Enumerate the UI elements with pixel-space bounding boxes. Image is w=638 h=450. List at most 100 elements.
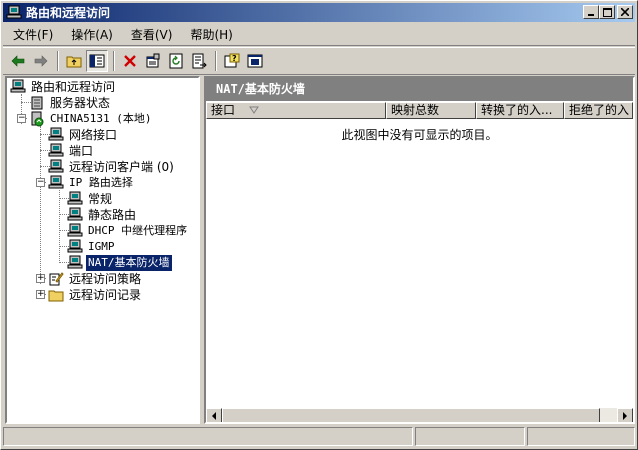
- menu-file[interactable]: 文件(F): [3, 25, 61, 45]
- status-cell-tertiary: [527, 427, 635, 446]
- minimize-icon: [588, 14, 594, 16]
- dhcp-relay-icon: [67, 223, 83, 237]
- up-one-level-button[interactable]: [63, 50, 85, 72]
- tree-item-static-routes[interactable]: 静态路由: [67, 207, 138, 223]
- tree-item-dhcp-relay[interactable]: DHCP 中继代理程序: [67, 223, 189, 239]
- tree-item-nat-firewall[interactable]: NAT/基本防火墙: [67, 254, 173, 272]
- ports-icon: [48, 143, 64, 157]
- toolbar-separator: [57, 51, 59, 71]
- tree-item-server-status[interactable]: 服务器状态: [29, 95, 112, 111]
- close-button[interactable]: [617, 5, 633, 19]
- maximize-icon: [602, 7, 612, 17]
- server-status-icon: [31, 96, 43, 110]
- export-list-button[interactable]: [188, 50, 210, 72]
- menu-action[interactable]: 操作(A): [61, 25, 121, 45]
- routing-app-icon: [6, 5, 22, 18]
- status-bar: [3, 427, 635, 447]
- tree-item-igmp[interactable]: IGMP: [67, 239, 117, 255]
- toolbar-separator: [215, 51, 217, 71]
- console-tree[interactable]: 路由和远程访问 服务器状态 − CHINA5131 (本地) 网络接口 端口 远…: [5, 76, 200, 424]
- properties-button[interactable]: [142, 50, 164, 72]
- remote-clients-icon: [48, 159, 64, 173]
- column-header-interface[interactable]: 接口: [206, 102, 386, 119]
- tree-expand-toggle[interactable]: +: [36, 274, 45, 283]
- tree-label: 端口: [69, 144, 94, 158]
- tree-item-server[interactable]: CHINA5131 (本地): [29, 111, 153, 127]
- export-list-icon: [192, 53, 207, 69]
- empty-list-message: 此视图中没有可显示的项目。: [341, 128, 498, 142]
- tree-label: IGMP: [88, 240, 115, 253]
- static-routes-icon: [67, 207, 83, 221]
- console-button[interactable]: [244, 50, 266, 72]
- tree-item-general[interactable]: 常规: [67, 191, 114, 207]
- delete-button[interactable]: [119, 50, 141, 72]
- tree-item-network-interfaces[interactable]: 网络接口: [48, 127, 119, 143]
- forward-arrow-icon: [34, 55, 48, 67]
- nat-firewall-icon: [67, 255, 83, 269]
- tree-connector: [59, 190, 60, 263]
- tree-item-ports[interactable]: 端口: [48, 143, 95, 159]
- back-arrow-icon: [11, 55, 25, 67]
- title-bar[interactable]: 路由和远程访问: [3, 3, 635, 22]
- close-icon: [621, 8, 629, 16]
- properties-icon: [146, 53, 160, 68]
- tree-label: DHCP 中继代理程序: [88, 224, 188, 237]
- scroll-track[interactable]: [600, 408, 617, 422]
- maximize-button[interactable]: [599, 5, 615, 19]
- horizontal-scrollbar[interactable]: [206, 408, 633, 422]
- refresh-button[interactable]: [165, 50, 187, 72]
- column-header-inbound-rejected[interactable]: 拒绝了的入: [564, 102, 633, 119]
- tree-label: 常规: [88, 192, 113, 206]
- scroll-thumb[interactable]: [222, 408, 600, 422]
- details-pane-title: NAT/基本防火墙: [206, 78, 633, 101]
- server-icon: [31, 111, 44, 127]
- up-folder-icon: [66, 56, 82, 68]
- minimize-button[interactable]: [583, 5, 599, 19]
- forward-button[interactable]: [30, 50, 52, 72]
- show-hide-tree-button[interactable]: [86, 50, 108, 72]
- delete-icon: [124, 55, 136, 67]
- menu-bar: 文件(F) 操作(A) 查看(V) 帮助(H): [3, 24, 635, 46]
- back-button[interactable]: [7, 50, 29, 72]
- tree-label: IP 路由选择: [69, 176, 133, 189]
- toolbar-separator: [113, 51, 115, 71]
- network-interface-icon: [48, 127, 64, 141]
- tree-expand-toggle[interactable]: +: [36, 290, 45, 299]
- menu-view[interactable]: 查看(V): [121, 25, 181, 45]
- routing-root-icon: [10, 79, 26, 93]
- toolbar: ?: [3, 47, 635, 75]
- window-title: 路由和远程访问: [26, 6, 111, 20]
- status-cell-main: [3, 427, 413, 446]
- menu-help[interactable]: 帮助(H): [180, 25, 240, 45]
- tree-item-remote-clients[interactable]: 远程访问客户端 (0): [48, 159, 176, 175]
- console-icon: [247, 54, 263, 68]
- tree-collapse-toggle[interactable]: −: [17, 114, 26, 123]
- ip-routing-icon: [48, 175, 64, 189]
- help-icon: ?: [224, 53, 240, 68]
- tree-item-remote-policies[interactable]: 远程访问策略: [48, 271, 143, 287]
- column-label: 接口: [211, 103, 236, 117]
- tree-label: 静态路由: [88, 208, 137, 222]
- policy-icon: [49, 272, 64, 286]
- general-icon: [67, 191, 83, 205]
- status-cell-secondary: [415, 427, 525, 446]
- scroll-right-button[interactable]: [617, 408, 633, 422]
- igmp-icon: [67, 239, 83, 253]
- help-button[interactable]: ?: [221, 50, 243, 72]
- scroll-left-button[interactable]: [206, 408, 222, 422]
- column-label: 转换了的入...: [481, 103, 553, 117]
- tree-item-ip-routing[interactable]: IP 路由选择: [48, 175, 135, 191]
- app-window: 路由和远程访问 文件(F) 操作(A) 查看(V) 帮助(H) ? 路由和远程访…: [0, 0, 638, 450]
- tree-label: CHINA5131 (本地): [50, 112, 152, 125]
- column-label: 拒绝了的入: [569, 103, 630, 117]
- tree-item-remote-logging[interactable]: 远程访问记录: [48, 287, 143, 303]
- details-pane: NAT/基本防火墙 接口 映射总数 转换了的入... 拒绝了的入 此视图中没有可…: [204, 76, 635, 424]
- tree-label: 远程访问客户端 (0): [69, 160, 174, 174]
- tree-collapse-toggle[interactable]: −: [36, 178, 45, 187]
- tree-label: 路由和远程访问: [31, 80, 116, 94]
- tree-item-routing-root[interactable]: 路由和远程访问: [10, 79, 117, 95]
- column-header-inbound-translated[interactable]: 转换了的入...: [476, 102, 564, 119]
- tree-label: 远程访问策略: [69, 272, 142, 286]
- folder-icon: [48, 290, 64, 302]
- column-header-total-mappings[interactable]: 映射总数: [386, 102, 476, 119]
